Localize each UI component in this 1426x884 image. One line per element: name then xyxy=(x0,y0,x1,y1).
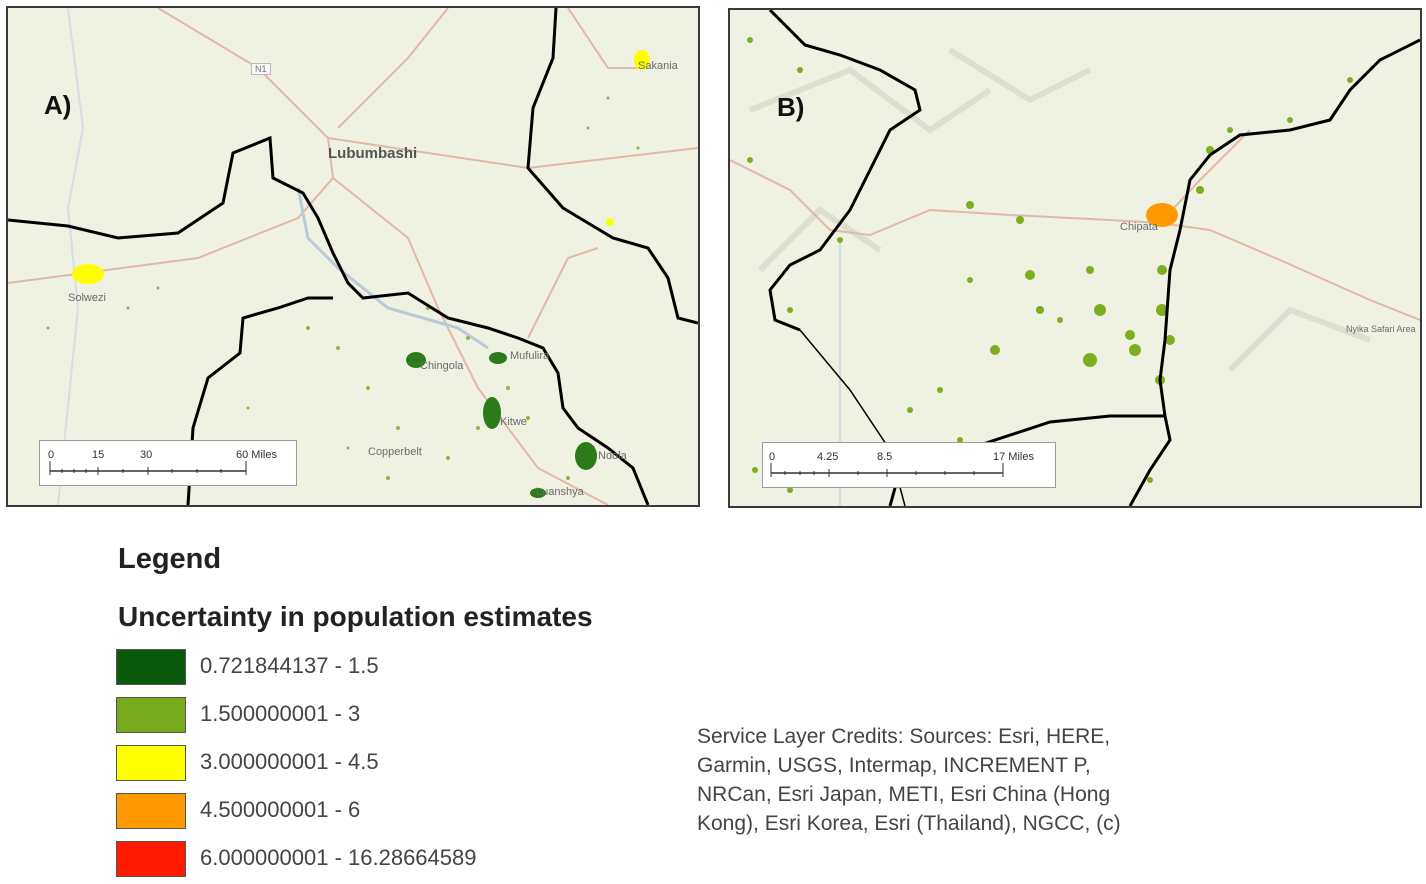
scale-bar-b: 0 4.25 8.5 17 Miles xyxy=(762,442,1056,488)
panel-a-label: A) xyxy=(44,90,72,120)
map-a-river xyxy=(296,187,489,350)
place-reserve: Nyika Safari Area xyxy=(1346,324,1416,334)
place-luanshya: Luanshya xyxy=(536,486,584,498)
scale-a-tick-3: 60 Miles xyxy=(236,449,277,461)
legend-swatch-3 xyxy=(116,745,186,781)
scale-a-tick-2: 30 xyxy=(140,449,153,461)
legend-swatch-1 xyxy=(116,649,186,685)
place-chingola: Chingola xyxy=(420,360,464,372)
scale-bar-a: 0 15 30 60 Miles xyxy=(39,440,297,486)
scale-a-tick-1: 15 xyxy=(92,449,105,461)
scale-b-tick-1: 4.25 xyxy=(817,451,839,463)
service-layer-credits: Service Layer Credits: Sources: Esri, HE… xyxy=(697,722,1217,838)
place-copperbelt: Copperbelt xyxy=(368,446,422,458)
credit-line-4: Kong), Esri Korea, Esri (Thailand), NGCC… xyxy=(697,812,1121,835)
map-a-roads xyxy=(8,8,698,505)
credit-line-3: NRCan, Esri Japan, METI, Esri China (Hon… xyxy=(697,783,1111,806)
legend-label-2: 1.500000001 - 3 xyxy=(200,701,361,726)
map-a-borders xyxy=(8,8,698,505)
map-a-yellow-settlements xyxy=(72,50,650,284)
place-ndola: Ndola xyxy=(598,450,627,462)
place-chipata: Chipata xyxy=(1120,221,1158,233)
legend-title: Legend xyxy=(118,543,222,575)
map-b-roads xyxy=(730,129,1420,321)
legend-swatch-4 xyxy=(116,793,186,829)
credit-line-2: Garmin, USGS, Intermap, INCREMENT P, xyxy=(697,754,1091,777)
scale-bar-a-graphic xyxy=(49,461,247,475)
legend-label-4: 4.500000001 - 6 xyxy=(200,797,361,822)
legend-item-1: 0.721844137 - 1.5 xyxy=(116,649,716,687)
legend-swatch-2 xyxy=(116,697,186,733)
panel-b-label: B) xyxy=(777,92,805,122)
map-b-green-settlements xyxy=(747,37,1353,493)
legend-item-4: 4.500000001 - 6 xyxy=(116,793,716,831)
scale-b-tick-2: 8.5 xyxy=(877,451,893,463)
map-panel-a[interactable]: A) Lubumbashi N1 Solwezi Chingola Mufuli… xyxy=(6,6,700,507)
road-badge: N1 xyxy=(251,63,271,75)
place-kitwe: Kitwe xyxy=(500,416,527,428)
legend-swatch-5 xyxy=(116,841,186,877)
credit-line-1: Service Layer Credits: Sources: Esri, HE… xyxy=(697,725,1111,748)
legend-label-1: 0.721844137 - 1.5 xyxy=(200,653,379,678)
map-b-canvas xyxy=(730,10,1420,506)
map-a-canvas xyxy=(8,8,698,505)
place-mufulira: Mufulira xyxy=(510,350,550,362)
legend-label-3: 3.000000001 - 4.5 xyxy=(200,749,379,774)
scale-b-tick-3: 17 Miles xyxy=(993,451,1034,463)
place-solwezi: Solwezi xyxy=(68,292,106,304)
legend-item-3: 3.000000001 - 4.5 xyxy=(116,745,716,783)
map-a-stream xyxy=(57,8,85,505)
place-lubumbashi: Lubumbashi xyxy=(328,145,418,162)
legend-label-5: 6.000000001 - 16.28664589 xyxy=(200,845,477,870)
place-ne-town: Sakania xyxy=(638,60,678,72)
scale-a-tick-0: 0 xyxy=(48,449,55,461)
scale-bar-b-graphic xyxy=(770,463,1004,477)
legend-item-5: 6.000000001 - 16.28664589 xyxy=(116,841,716,879)
legend-subtitle: Uncertainty in population estimates xyxy=(118,601,593,632)
legend-item-2: 1.500000001 - 3 xyxy=(116,697,716,735)
map-panel-b[interactable]: B) Chipata Nyika Safari Area 0 4.25 8.5 … xyxy=(728,8,1422,508)
scale-b-tick-0: 0 xyxy=(769,451,776,463)
